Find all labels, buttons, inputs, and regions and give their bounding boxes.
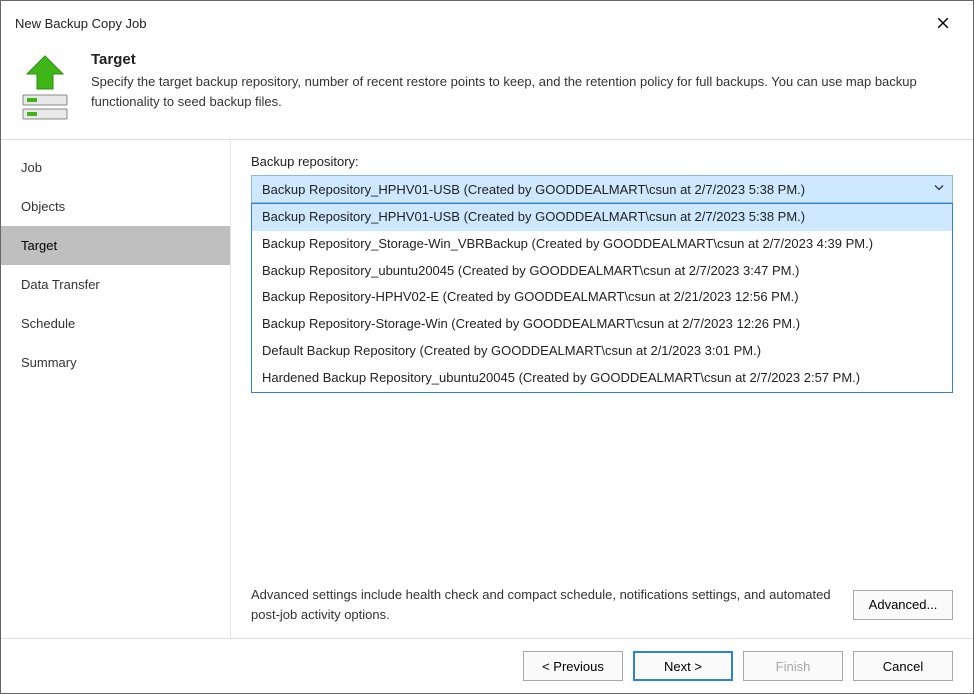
header-text: Target Specify the target backup reposit… (91, 51, 931, 111)
dropdown-option[interactable]: Backup Repository-HPHV02-E (Created by G… (252, 284, 952, 311)
titlebar: New Backup Copy Job (1, 1, 973, 43)
finish-button: Finish (743, 651, 843, 681)
dropdown-option[interactable]: Backup Repository_HPHV01-USB (Created by… (252, 204, 952, 231)
wizard-body: Job Objects Target Data Transfer Schedul… (1, 139, 973, 638)
page-description: Specify the target backup repository, nu… (91, 72, 931, 111)
target-icon (15, 51, 75, 121)
backup-repository-label: Backup repository: (251, 154, 953, 169)
next-button[interactable]: Next > (633, 651, 733, 681)
backup-repository-dropdown: Backup Repository_HPHV01-USB (Created by… (251, 203, 953, 393)
advanced-row: Advanced settings include health check a… (251, 577, 953, 624)
combo-selected-value[interactable]: Backup Repository_HPHV01-USB (Created by… (251, 175, 953, 203)
page-title: Target (91, 51, 931, 68)
chevron-down-icon (933, 182, 945, 197)
wizard-sidebar: Job Objects Target Data Transfer Schedul… (1, 140, 231, 638)
advanced-description: Advanced settings include health check a… (251, 585, 841, 624)
wizard-content: Backup repository: Backup Repository_HPH… (231, 140, 973, 638)
sidebar-item-data-transfer[interactable]: Data Transfer (1, 265, 230, 304)
dropdown-option[interactable]: Backup Repository_ubuntu20045 (Created b… (252, 258, 952, 285)
cancel-button[interactable]: Cancel (853, 651, 953, 681)
dropdown-option[interactable]: Backup Repository-Storage-Win (Created b… (252, 311, 952, 338)
close-button[interactable] (923, 9, 963, 37)
backup-repository-combo[interactable]: Backup Repository_HPHV01-USB (Created by… (251, 175, 953, 203)
previous-button[interactable]: < Previous (523, 651, 623, 681)
dropdown-option[interactable]: Hardened Backup Repository_ubuntu20045 (… (252, 365, 952, 392)
combo-selected-text: Backup Repository_HPHV01-USB (Created by… (262, 182, 805, 197)
sidebar-item-summary[interactable]: Summary (1, 343, 230, 382)
sidebar-item-schedule[interactable]: Schedule (1, 304, 230, 343)
dropdown-option[interactable]: Default Backup Repository (Created by GO… (252, 338, 952, 365)
dialog-window: New Backup Copy Job Target Specify the t… (0, 0, 974, 694)
sidebar-item-job[interactable]: Job (1, 148, 230, 187)
advanced-button[interactable]: Advanced... (853, 590, 953, 620)
sidebar-item-objects[interactable]: Objects (1, 187, 230, 226)
wizard-header: Target Specify the target backup reposit… (1, 43, 973, 139)
wizard-footer: < Previous Next > Finish Cancel (1, 638, 973, 693)
close-icon (937, 17, 949, 29)
dropdown-option[interactable]: Backup Repository_Storage-Win_VBRBackup … (252, 231, 952, 258)
window-title: New Backup Copy Job (15, 16, 147, 31)
sidebar-item-target[interactable]: Target (1, 226, 230, 265)
